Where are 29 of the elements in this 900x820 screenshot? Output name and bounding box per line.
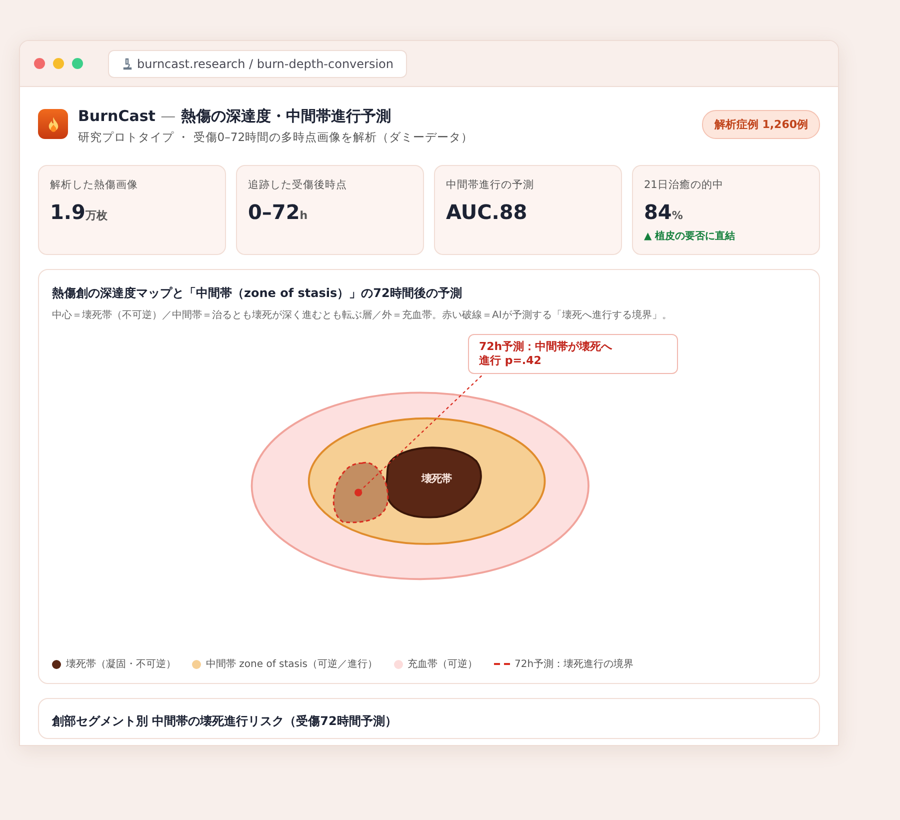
card-title: 創部セグメント別 中間帯の壊死進行リスク（受傷72時間予測） [52, 713, 398, 730]
stat-label: 追跡した受傷後時点 [248, 178, 348, 192]
stat-value: 1.9万枚 [50, 200, 108, 224]
stat-label: 21日治癒の的中 [644, 178, 724, 192]
stat-value: AUC.88 [446, 200, 528, 224]
stat-label: 中間帯進行の予測 [446, 178, 535, 192]
legend-label: 充血帯（可逆） [408, 658, 478, 671]
stat-value: 84% [644, 200, 684, 224]
predicted-progression-area [332, 462, 389, 524]
minimize-icon[interactable] [53, 58, 64, 69]
zone-label: 壊死帯 [421, 473, 452, 486]
close-icon[interactable] [34, 58, 45, 69]
legend-label: 壊死帯（凝固・不可逆） [66, 658, 176, 671]
legend-label: 中間帯 zone of stasis（可逆／進行） [206, 658, 378, 671]
stat-value: 0–72 h [248, 200, 309, 224]
case-count-badge: 解析症例 1,260例 [702, 110, 820, 139]
legend-label: 72h予測：壊死進行の境界 [514, 658, 634, 671]
maximize-icon[interactable] [72, 58, 83, 69]
page-title: BurnCast — 熱傷の深達度・中間帯進行予測 [78, 107, 392, 126]
stat-label: 解析した熱傷画像 [50, 178, 139, 192]
flame-logo-icon [38, 109, 68, 139]
prediction-callout: 72h予測：中間帯が壊死へ 進行 p=.42 [468, 334, 678, 374]
card-title: 熱傷創の深達度マップと「中間帯（zone of stasis）」の72時間後の予測 [52, 285, 463, 302]
stat-note: ▲ 植皮の要否に直結 [644, 230, 736, 243]
card-description: 中心＝壊死帯（不可逆）／中間帯＝治るとも壊死が深く進むとも転ぶ層／外＝充血帯。赤い破線＝AIが予測する「壊死へ進行する境界」。 [52, 308, 673, 322]
prediction-point [354, 488, 362, 496]
address-bar[interactable]: burncast.research / burn-depth-conversion [108, 50, 406, 78]
microscope-icon [121, 58, 133, 70]
page-subtitle: 研究プロトタイプ ・ 受傷0–72時間の多時点画像を解析（ダミーデータ） [78, 130, 474, 145]
